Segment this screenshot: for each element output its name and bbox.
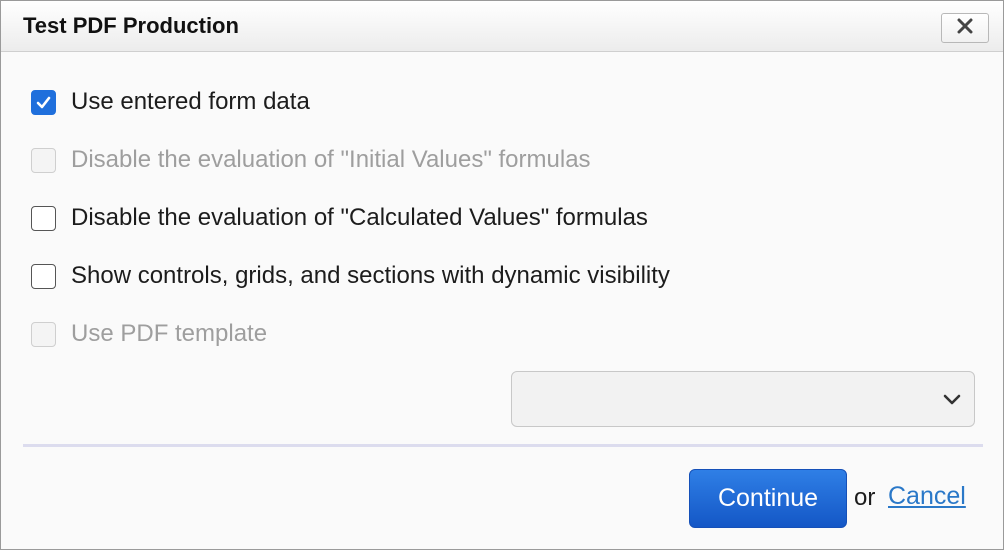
checkbox-use-pdf-template	[31, 321, 56, 347]
cancel-link[interactable]: Cancel	[888, 482, 966, 510]
option-label: Use PDF template	[71, 320, 268, 347]
dialog-title: Test PDF Production	[23, 13, 239, 38]
option-show-dynamic-visibility[interactable]: Show controls, grids, and sections with …	[31, 261, 670, 291]
option-disable-initial-values: Disable the evaluation of "Initial Value…	[31, 145, 591, 175]
checkbox-disable-calculated-values[interactable]	[31, 205, 56, 231]
close-icon	[957, 18, 973, 39]
option-use-entered-form-data[interactable]: Use entered form data	[31, 87, 310, 117]
option-use-pdf-template: Use PDF template	[31, 319, 267, 349]
test-pdf-dialog: Test PDF Production Use entered form dat…	[0, 0, 1004, 550]
option-label: Show controls, grids, and sections with …	[71, 262, 670, 289]
close-button[interactable]	[941, 13, 989, 43]
or-text: or	[854, 484, 876, 511]
checkbox-use-entered-form-data[interactable]	[31, 89, 56, 115]
continue-button[interactable]: Continue	[689, 469, 847, 528]
checkmark-icon	[36, 96, 51, 108]
option-label: Disable the evaluation of "Calculated Va…	[71, 204, 648, 231]
option-label: Disable the evaluation of "Initial Value…	[71, 146, 591, 173]
checkbox-show-dynamic-visibility[interactable]	[31, 263, 56, 289]
footer-divider	[23, 444, 983, 447]
option-label: Use entered form data	[71, 88, 310, 115]
chevron-down-icon	[942, 391, 962, 407]
pdf-template-select[interactable]	[511, 371, 975, 427]
checkbox-disable-initial-values	[31, 147, 56, 173]
dialog-titlebar: Test PDF Production	[1, 1, 1003, 52]
option-disable-calculated-values[interactable]: Disable the evaluation of "Calculated Va…	[31, 203, 648, 233]
